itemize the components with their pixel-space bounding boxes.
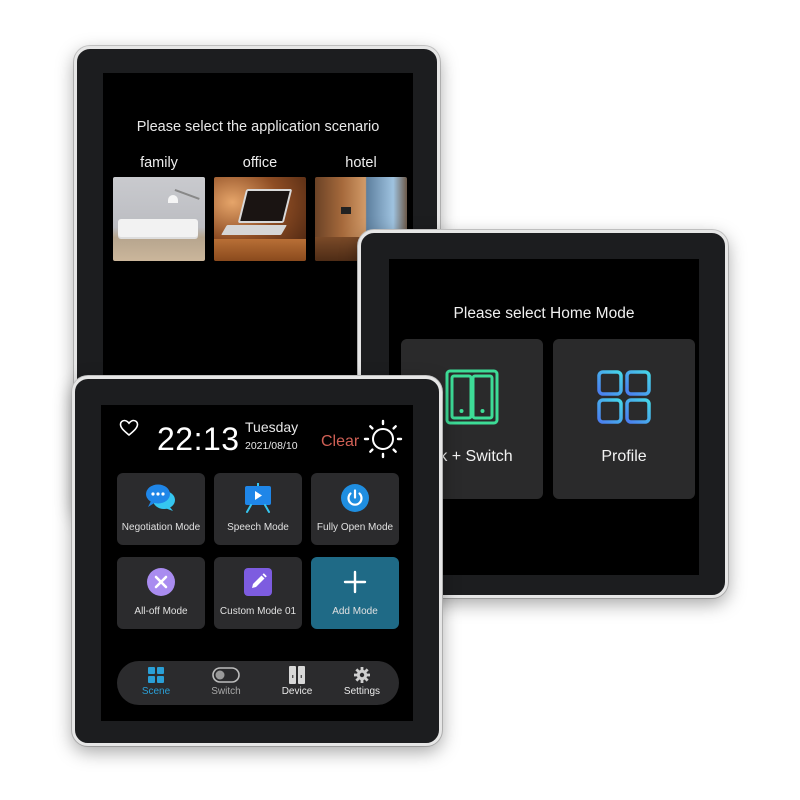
date-label: 2021/08/10 bbox=[245, 440, 298, 452]
close-circle-icon bbox=[147, 568, 175, 596]
mode-tile-all-off[interactable]: All-off Mode bbox=[117, 557, 205, 629]
presentation-icon bbox=[245, 483, 271, 513]
nav-tab-switch[interactable]: Switch bbox=[196, 665, 256, 701]
mode-tile-label: Speech Mode bbox=[227, 522, 289, 533]
gear-icon bbox=[354, 667, 370, 683]
nav-tab-device[interactable]: Device bbox=[267, 665, 327, 701]
double-switch-icon bbox=[445, 369, 499, 425]
device-icon bbox=[289, 666, 305, 684]
mode-tile-custom[interactable]: Custom Mode 01 bbox=[214, 557, 302, 629]
scenario-option-label: hotel bbox=[345, 155, 377, 171]
nav-tab-label: Settings bbox=[343, 686, 381, 697]
scenario-title: Please select the application scenario bbox=[136, 119, 380, 135]
mode-grid: Negotiation Mode Speech Mode Fully Open … bbox=[117, 473, 401, 633]
nav-tab-label: Device bbox=[281, 686, 313, 697]
chat-bubbles-icon bbox=[146, 484, 175, 511]
laptop-desk-photo bbox=[214, 177, 306, 261]
scenario-option-label: office bbox=[242, 155, 278, 171]
add-mode-button[interactable]: Add Mode bbox=[311, 557, 399, 629]
mode-tile-negotiation[interactable]: Negotiation Mode bbox=[117, 473, 205, 545]
mode-tile-speech[interactable]: Speech Mode bbox=[214, 473, 302, 545]
nav-tab-scene[interactable]: Scene bbox=[126, 665, 186, 701]
weather-condition: Clear bbox=[321, 433, 360, 450]
mode-tile-label: Negotiation Mode bbox=[121, 522, 201, 533]
bottom-nav: Scene Switch Device Settings bbox=[117, 661, 399, 705]
toggle-icon bbox=[212, 667, 240, 683]
scenario-option-office[interactable]: office bbox=[214, 153, 306, 261]
clock-time: 22:13 bbox=[157, 421, 240, 457]
scene-grid-icon bbox=[148, 667, 164, 683]
living-room-photo bbox=[113, 177, 205, 261]
main-panel-device: 22:13 Tuesday 2021/08/10 Clear Negotiati… bbox=[72, 376, 442, 746]
home-mode-option-label: Profile bbox=[601, 448, 647, 465]
heart-icon[interactable] bbox=[119, 419, 139, 437]
power-icon bbox=[341, 484, 369, 512]
mode-tile-fully-open[interactable]: Fully Open Mode bbox=[311, 473, 399, 545]
weekday-label: Tuesday bbox=[245, 419, 299, 435]
mode-tile-label: Fully Open Mode bbox=[316, 522, 394, 533]
home-mode-title: Please select Home Mode bbox=[453, 305, 635, 322]
scenario-option-label: family bbox=[140, 155, 178, 171]
mode-tile-label: Custom Mode 01 bbox=[219, 606, 297, 617]
mode-tile-label: All-off Mode bbox=[134, 606, 188, 617]
plus-icon bbox=[343, 570, 367, 594]
nav-tab-label: Scene bbox=[141, 686, 171, 697]
nav-tab-label: Switch bbox=[211, 686, 241, 697]
sun-icon bbox=[363, 419, 403, 459]
edit-icon bbox=[244, 568, 272, 596]
scenario-option-family[interactable]: family bbox=[113, 153, 205, 261]
home-mode-option-profile[interactable]: Profile bbox=[553, 339, 695, 499]
mode-tile-label: Add Mode bbox=[332, 606, 378, 617]
main-screen: 22:13 Tuesday 2021/08/10 Clear Negotiati… bbox=[101, 405, 413, 721]
nav-tab-settings[interactable]: Settings bbox=[332, 665, 392, 701]
grid-icon bbox=[597, 370, 651, 424]
